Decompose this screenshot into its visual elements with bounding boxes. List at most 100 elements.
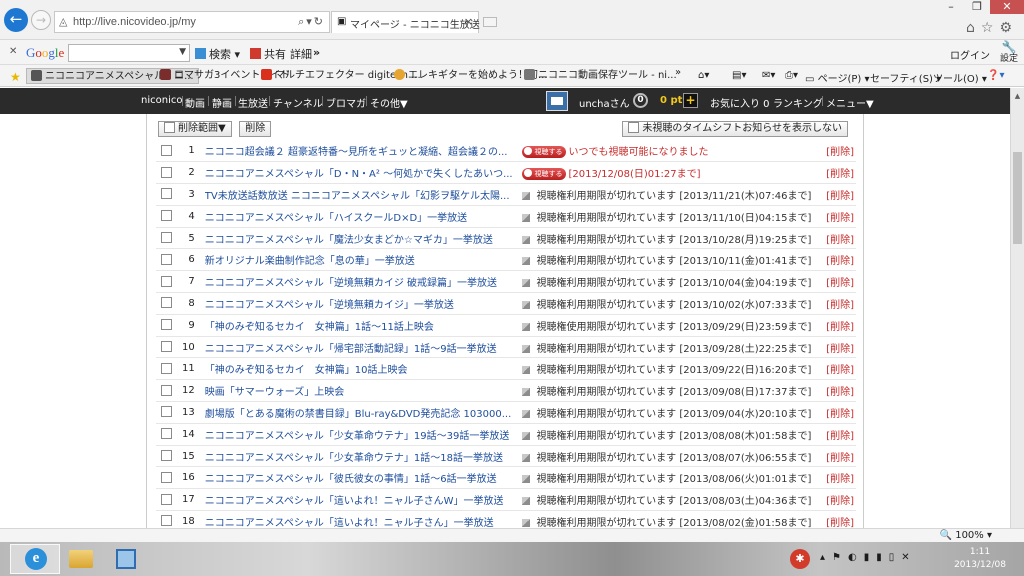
nav-channel[interactable]: チャンネル (273, 95, 323, 110)
row-checkbox[interactable] (161, 471, 172, 483)
user-avatar[interactable] (546, 91, 568, 111)
close-window-icon[interactable]: ✕ (990, 0, 1024, 14)
home-icon[interactable]: ⌂▾ (698, 70, 709, 81)
row-delete-link[interactable]: [削除] (822, 380, 856, 402)
program-title-link[interactable]: TV未放送話数放送 ニコニコアニメスペシャル「幻影ヲ駆ケル太陽... (205, 187, 510, 202)
program-title-link[interactable]: ニコニコアニメスペシャル「少女革命ウテナ」19話〜39話一挙放送 (205, 427, 510, 442)
home-favorites-settings-icons[interactable]: ⌂☆⚙ (966, 20, 1018, 36)
row-checkbox[interactable] (161, 450, 172, 462)
back-button[interactable]: ← (4, 8, 28, 32)
program-title-link[interactable]: 「神のみぞ知るセカイ 女神篇」1話〜11話上映会 (205, 318, 434, 333)
row-checkbox[interactable] (161, 253, 172, 265)
program-title-link[interactable]: ニコニコアニメスペシャル「少女革命ウテナ」1話〜18話一挙放送 (205, 449, 503, 464)
help-icon[interactable]: ❓▾ (987, 70, 1004, 81)
row-checkbox[interactable] (161, 384, 172, 396)
program-title-link[interactable]: ニコニコアニメスペシャル「魔法少女まどか☆マギカ」一挙放送 (205, 231, 493, 246)
row-delete-link[interactable]: [削除] (822, 249, 856, 271)
row-checkbox[interactable] (161, 232, 172, 244)
row-delete-link[interactable]: [削除] (822, 467, 856, 489)
username[interactable]: unchaさん (579, 95, 630, 110)
row-checkbox[interactable] (161, 144, 172, 156)
settings-button[interactable]: 🔧 設定 (1000, 41, 1018, 64)
hide-unwatched-checkbox[interactable] (628, 122, 640, 133)
row-delete-link[interactable]: [削除] (822, 293, 856, 315)
row-checkbox[interactable] (161, 275, 172, 287)
google-share-button[interactable]: 共有 (250, 46, 286, 62)
row-delete-link[interactable]: [削除] (822, 314, 856, 336)
menu-button[interactable]: メニュー▼ (826, 95, 874, 110)
clock[interactable]: 1:11 2013/12/08 (948, 546, 1012, 572)
nav-niconico[interactable]: niconico (141, 95, 182, 106)
google-details-button[interactable]: 詳細 (290, 46, 312, 62)
row-checkbox[interactable] (161, 188, 172, 200)
watch-button[interactable]: 視聴する (522, 168, 567, 181)
program-title-link[interactable]: 「神のみぞ知るセカイ 女神篇」10話上映会 (205, 361, 408, 376)
address-url[interactable]: http://live.nicovideo.jp/my (73, 16, 196, 28)
row-delete-link[interactable]: [削除] (822, 227, 856, 249)
program-title-link[interactable]: ニコニコアニメスペシャル「ハイスクールD×D」一挙放送 (205, 209, 467, 224)
favorite-item-5[interactable]: ニコニコ動画保存ツール - ni... (524, 68, 677, 84)
scroll-up-icon[interactable]: ▲ (1011, 90, 1024, 102)
system-tray-icons[interactable]: ▴⚑◐▮▮▯✕ (820, 552, 917, 563)
program-title-link[interactable]: 劇場版「とある魔術の禁書目録」Blu-ray&DVD発売記念 103000... (205, 405, 512, 420)
tray-app-icon[interactable]: ✱ (790, 549, 810, 569)
row-checkbox[interactable] (161, 515, 172, 527)
safety-menu[interactable]: セーフティ(S) ▾ (870, 70, 941, 85)
row-checkbox[interactable] (161, 428, 172, 440)
program-title-link[interactable]: ニコニコアニメスペシャル「彼氏彼女の事情」1話〜6話一挙放送 (205, 470, 497, 485)
nav-blomaga[interactable]: ブロマガ (326, 95, 366, 110)
row-checkbox[interactable] (161, 406, 172, 418)
nav-video[interactable]: 動画 (185, 95, 205, 110)
delete-range-button[interactable]: 削除範囲▼ (158, 121, 232, 137)
row-checkbox[interactable] (161, 210, 172, 222)
scroll-thumb[interactable] (1013, 152, 1022, 244)
mail-icon[interactable]: ✉▾ (762, 70, 775, 81)
favorites-star-icon[interactable]: ★ (10, 69, 21, 85)
program-title-link[interactable]: 新オリジナル楽曲制作記念「息の華」一挙放送 (205, 252, 415, 267)
program-title-link[interactable]: ニコニコアニメスペシャル「D・N・A² 〜何処かで失くしたあいつ... (205, 165, 513, 180)
new-tab-button[interactable] (483, 17, 497, 27)
forward-button[interactable]: → (31, 10, 51, 30)
browser-tab[interactable]: ▣ マイページ - ニコニコ生放送 × (331, 11, 480, 33)
row-delete-link[interactable]: [削除] (822, 205, 856, 227)
add-points-button[interactable]: + (683, 93, 698, 108)
row-delete-link[interactable]: [削除] (822, 358, 856, 380)
program-title-link[interactable]: ニコニコアニメスペシャル「帰宅部活動記録」1話〜9話一挙放送 (205, 340, 497, 355)
minimize-icon[interactable]: – (938, 0, 964, 14)
site-info-icon[interactable]: ◬ (59, 15, 67, 28)
google-more-button[interactable]: » (313, 46, 320, 59)
restore-icon[interactable]: ❐ (964, 0, 990, 14)
select-all-checkbox[interactable] (164, 122, 175, 133)
taskbar-window-button[interactable] (102, 544, 152, 574)
zoom-level[interactable]: 🔍 100% ▾ (940, 530, 992, 541)
row-delete-link[interactable]: [削除] (822, 423, 856, 445)
login-link[interactable]: ログイン (950, 47, 990, 62)
row-delete-link[interactable]: [削除] (822, 489, 856, 511)
program-title-link[interactable]: ニコニコ超会議２ 超豪返特番〜見所をギュッと凝縮、超会議２の... (205, 143, 508, 158)
row-checkbox[interactable] (161, 493, 172, 505)
tab-close-icon[interactable]: × (464, 15, 473, 28)
google-search-button[interactable]: 検索 ▾ (195, 46, 240, 62)
program-title-link[interactable]: ニコニコアニメスペシャル「這いよれ！ニャル子さん」一挙放送 (205, 514, 494, 529)
program-title-link[interactable]: ニコニコアニメスペシャル「逆境無頼カイジ」一挙放送 (205, 296, 454, 311)
feeds-icon[interactable]: ▤▾ (732, 70, 746, 81)
print-icon[interactable]: ⎙▾ (785, 70, 798, 81)
nav-live[interactable]: 生放送 (238, 95, 268, 110)
program-title-link[interactable]: 映画「サマーウォーズ」上映会 (205, 383, 345, 398)
program-title-link[interactable]: ニコニコアニメスペシャル「這いよれ！ニャル子さんW」一挙放送 (205, 492, 504, 507)
program-title-link[interactable]: ニコニコアニメスペシャル「逆境無頼カイジ 破戒録篇」一挙放送 (205, 274, 497, 289)
chevron-down-icon[interactable]: ▼ (179, 47, 186, 57)
nav-seiga[interactable]: 静画 (212, 95, 232, 110)
row-delete-link[interactable]: [削除] (822, 402, 856, 424)
favorites-more-button[interactable]: » (675, 67, 681, 78)
toolbar-close-icon[interactable]: ✕ (9, 46, 17, 57)
ranking-link[interactable]: ランキング (773, 95, 823, 110)
row-delete-link[interactable]: [削除] (822, 140, 856, 162)
row-checkbox[interactable] (161, 297, 172, 309)
page-menu[interactable]: ▭ ページ(P) ▾ (805, 70, 869, 85)
delete-button[interactable]: 削除 (239, 121, 272, 137)
hide-unwatched-toggle[interactable]: 未視聴のタイムシフトお知らせを表示しない (622, 121, 848, 137)
nav-more[interactable]: その他▼ (370, 95, 408, 110)
row-checkbox[interactable] (161, 166, 172, 178)
favorites-link[interactable]: お気に入り 0 (710, 95, 770, 110)
